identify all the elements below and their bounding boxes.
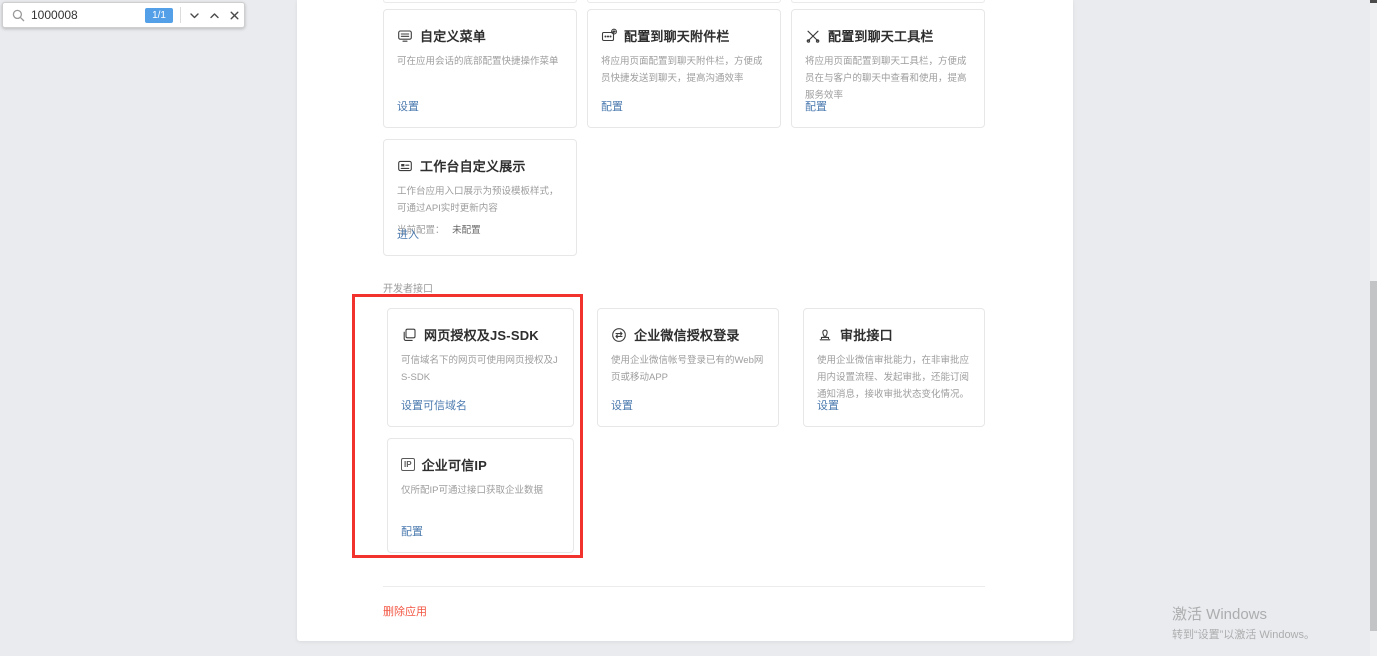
status-value: 未配置 — [452, 225, 481, 236]
oauth-login-settings-link[interactable]: 设置 — [611, 397, 633, 413]
match-counter-badge: 1/1 — [145, 8, 173, 23]
workbench-display-icon — [397, 158, 413, 174]
card-workbench-display: 工作台自定义展示 工作台应用入口展示为预设模板样式，可通过API实时更新内容 当… — [383, 139, 577, 256]
card-title: 自定义菜单 — [420, 26, 486, 45]
trusted-domain-settings-link[interactable]: 设置可信域名 — [401, 397, 467, 413]
oauth-login-icon — [611, 327, 627, 343]
menu-icon — [397, 28, 413, 44]
approval-stamp-icon — [817, 327, 833, 343]
card-title: 网页授权及JS-SDK — [424, 325, 539, 344]
card-title: 企业可信IP — [422, 455, 487, 474]
ip-icon: IP — [401, 458, 415, 471]
scrollbar-thumb[interactable] — [1370, 281, 1377, 631]
close-icon[interactable] — [226, 7, 242, 23]
card-title: 配置到聊天附件栏 — [624, 26, 730, 45]
chevron-down-icon[interactable] — [186, 7, 202, 23]
chat-toolbar-configure-link[interactable]: 配置 — [805, 98, 827, 114]
cutoff-card — [791, 0, 985, 3]
developer-api-section-label: 开发者接口 — [383, 280, 433, 295]
watermark-subtitle: 转到“设置”以激活 Windows。 — [1172, 626, 1315, 642]
chat-attachment-icon — [601, 28, 617, 44]
cutoff-card — [587, 0, 781, 3]
cutoff-card — [383, 0, 577, 3]
watermark-title: 激活 Windows — [1172, 605, 1315, 624]
card-custom-menu: 自定义菜单 可在应用会话的底部配置快捷操作菜单 设置 — [383, 9, 577, 128]
scrollbar-top-button[interactable] — [1370, 0, 1377, 3]
card-wecom-oauth-login: 企业微信授权登录 使用企业微信帐号登录已有的Web网页或移动APP 设置 — [597, 308, 779, 427]
chevron-up-icon[interactable] — [206, 7, 222, 23]
card-chat-toolbar: 配置到聊天工具栏 将应用页面配置到聊天工具栏，方便成员在与客户的聊天中查看和使用… — [791, 9, 985, 128]
approval-api-settings-link[interactable]: 设置 — [817, 397, 839, 413]
card-title: 企业微信授权登录 — [634, 325, 740, 344]
workbench-enter-link[interactable]: 进入 — [397, 226, 419, 242]
card-title: 工作台自定义展示 — [420, 156, 526, 175]
card-title: 审批接口 — [840, 325, 893, 344]
card-description: 使用企业微信帐号登录已有的Web网页或移动APP — [598, 344, 778, 386]
card-description: 可信域名下的网页可使用网页授权及JS-SDK — [388, 344, 573, 386]
trusted-ip-configure-link[interactable]: 配置 — [401, 523, 423, 539]
card-approval-api: 审批接口 使用企业微信审批能力，在非审批应用内设置流程、发起审批，还能订阅通知消… — [803, 308, 985, 427]
card-description: 可在应用会话的底部配置快捷操作菜单 — [384, 45, 576, 70]
card-web-auth-jssdk: 网页授权及JS-SDK 可信域名下的网页可使用网页授权及JS-SDK 设置可信域… — [387, 308, 574, 427]
card-title: 配置到聊天工具栏 — [828, 26, 934, 45]
card-description: 将应用页面配置到聊天工具栏，方便成员在与客户的聊天中查看和使用，提高服务效率 — [792, 45, 984, 104]
custom-menu-settings-link[interactable]: 设置 — [397, 98, 419, 114]
windows-activation-watermark: 激活 Windows 转到“设置”以激活 Windows。 — [1172, 605, 1315, 642]
card-description: 使用企业微信审批能力，在非审批应用内设置流程、发起审批，还能订阅通知消息，接收审… — [804, 344, 984, 403]
footer-divider — [383, 586, 985, 587]
web-auth-icon — [401, 327, 417, 343]
card-description: 仅所配IP可通过接口获取企业数据 — [388, 474, 573, 499]
card-description: 将应用页面配置到聊天附件栏，方便成员快捷发送到聊天，提高沟通效率 — [588, 45, 780, 87]
delete-app-link[interactable]: 删除应用 — [383, 603, 427, 619]
card-chat-attachment-bar: 配置到聊天附件栏 将应用页面配置到聊天附件栏，方便成员快捷发送到聊天，提高沟通效… — [587, 9, 781, 128]
find-bar: 1/1 — [2, 2, 245, 28]
chat-toolbar-icon — [805, 28, 821, 44]
chat-attachment-configure-link[interactable]: 配置 — [601, 98, 623, 114]
card-trusted-ip: IP 企业可信IP 仅所配IP可通过接口获取企业数据 配置 — [387, 438, 574, 553]
search-icon — [12, 9, 25, 22]
find-input[interactable] — [31, 8, 145, 22]
card-description: 工作台应用入口展示为预设模板样式，可通过API实时更新内容 — [384, 175, 576, 217]
find-bar-divider — [180, 7, 181, 23]
